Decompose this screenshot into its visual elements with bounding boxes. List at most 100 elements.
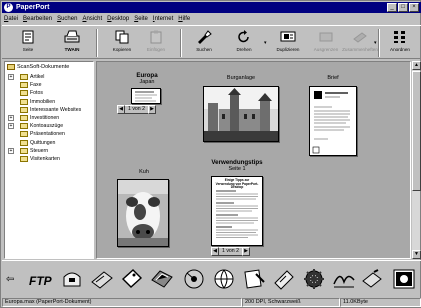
- tree-item-kontoauszuege[interactable]: + Kontoauszüge: [8, 122, 81, 130]
- paste-icon: [150, 30, 162, 44]
- scroll-left-arrow-icon[interactable]: ⇦: [6, 274, 14, 285]
- tree-item-interessante-websites[interactable]: Interessante Websites: [8, 106, 81, 114]
- menu-bearbeiten[interactable]: Bearbeiten: [23, 16, 52, 22]
- europa-stack[interactable]: Europa Japan ◀ 1 von 2 ▶: [117, 72, 177, 132]
- document-app-icon[interactable]: [272, 268, 296, 290]
- paperport-app-icon[interactable]: P: [4, 3, 13, 12]
- brief-item[interactable]: Brief: [305, 75, 361, 161]
- expand-icon[interactable]: +: [8, 123, 14, 130]
- menu-ansicht[interactable]: Ansicht: [82, 16, 102, 22]
- menu-desktop[interactable]: Desktop: [107, 16, 129, 22]
- folder-icon: [20, 115, 28, 122]
- printer-app-icon[interactable]: [90, 268, 114, 290]
- next-page-button[interactable]: ▶: [242, 247, 251, 256]
- verwendungstips-page-thumbnail[interactable]: Einige Tipps zur Verwendung von PaperPor…: [211, 176, 263, 246]
- tree-item-steuern[interactable]: + Steuern: [8, 147, 81, 155]
- gear-app-icon[interactable]: [302, 268, 326, 290]
- folder-icon: [20, 131, 28, 138]
- twain-button[interactable]: TWAIN: [52, 28, 92, 58]
- document-desktop: Europa Japan ◀ 1 von 2 ▶ Burganlage Brie…: [96, 61, 411, 259]
- status-bar: Europa.max (PaperPort-Dokument) 200 DPI,…: [2, 298, 421, 308]
- menu-seite[interactable]: Seite: [134, 16, 148, 22]
- page-icon: [22, 30, 34, 44]
- kuh-photo[interactable]: [117, 179, 169, 247]
- tree-item-label: Interessante Websites: [30, 106, 82, 113]
- folder-tree: ScanSoft-Dokumente + Artikel Faxe Fotos I…: [4, 61, 94, 259]
- seite-button[interactable]: Seite: [8, 28, 48, 58]
- tag-app-icon[interactable]: [120, 268, 144, 290]
- scroll-thumb[interactable]: [412, 71, 421, 191]
- scanner-app-icon[interactable]: [150, 268, 174, 290]
- ocr-disc-app-icon[interactable]: [182, 268, 206, 290]
- drehen-button[interactable]: Drehen: [224, 28, 264, 58]
- prev-page-button[interactable]: ◀: [117, 105, 125, 114]
- item-title: Europa: [136, 72, 158, 79]
- folder-icon: [20, 90, 28, 97]
- ftp-app-icon[interactable]: FTP: [28, 268, 52, 290]
- status-filename: Europa.max (PaperPort-Dokument): [2, 298, 242, 307]
- globe-app-icon[interactable]: [212, 268, 236, 290]
- burganlage-item[interactable]: Burganlage: [201, 75, 281, 145]
- tree-item-label: Quittungen: [30, 139, 56, 146]
- stamp-app-icon[interactable]: [360, 268, 384, 290]
- suchen-button[interactable]: Suchen: [184, 28, 224, 58]
- menu-bar: Datei Bearbeiten Suchen Ansicht Desktop …: [2, 14, 421, 24]
- signature-app-icon[interactable]: [332, 268, 356, 290]
- drehen-label: Drehen: [236, 47, 252, 52]
- expand-icon[interactable]: +: [8, 147, 14, 154]
- tips-page-navigator: ◀ 1 von 2 ▶: [211, 247, 251, 256]
- tree-item-faxe[interactable]: Faxe: [8, 81, 81, 89]
- vertical-scrollbar[interactable]: ▲ ▼: [411, 61, 421, 259]
- drehen-dropdown-arrow-icon[interactable]: ▾: [264, 40, 267, 46]
- stack-dropdown-arrow-icon[interactable]: ▾: [374, 40, 377, 46]
- brief-page-thumbnail[interactable]: [309, 86, 357, 156]
- tree-item-visitenkarten[interactable]: Visitenkarten: [8, 155, 81, 163]
- tree-item-fotos[interactable]: Fotos: [8, 89, 81, 97]
- tree-item-immobilien[interactable]: Immobilien: [8, 98, 81, 106]
- next-page-button[interactable]: ▶: [148, 105, 157, 114]
- duplizieren-button[interactable]: Duplizieren: [268, 28, 308, 58]
- tips-text-lines: [216, 190, 258, 238]
- tree-root[interactable]: ScanSoft-Dokumente: [7, 64, 69, 70]
- rotate-icon: [238, 30, 249, 43]
- europa-page-thumbnail[interactable]: [131, 88, 161, 104]
- tree-item-label: Faxe: [30, 82, 42, 89]
- maximize-button[interactable]: □: [398, 3, 408, 12]
- tree-item-quittungen[interactable]: Quittungen: [8, 139, 81, 147]
- notepad-app-icon[interactable]: [242, 268, 266, 290]
- menu-suchen[interactable]: Suchen: [57, 16, 77, 22]
- anordnen-button[interactable]: Anordnen: [380, 28, 420, 58]
- item-title: Brief: [327, 75, 339, 81]
- toolbar-separator: [180, 29, 182, 57]
- expand-icon[interactable]: +: [8, 74, 14, 80]
- verwendungstips-stack[interactable]: Verwendungstips Seite 1 Einige Tipps zur…: [197, 159, 277, 258]
- menu-hilfe[interactable]: Hilfe: [178, 16, 190, 22]
- title-bar: P PaperPort _ □ ×: [2, 2, 421, 13]
- tree-item-investitionen[interactable]: + Investitionen: [8, 114, 81, 122]
- viewer-app-icon[interactable]: [392, 268, 416, 290]
- item-title: Burganlage: [226, 75, 256, 81]
- expand-icon[interactable]: +: [8, 114, 14, 121]
- toolbar: Seite TWAIN Kopieren Einfügen Suchen Dre…: [2, 25, 421, 59]
- burganlage-photo[interactable]: [203, 86, 279, 142]
- tree-item-artikel[interactable]: + Artikel: [8, 73, 81, 81]
- folder-icon: [20, 147, 28, 154]
- suchen-label: Suchen: [196, 47, 212, 52]
- menu-internet[interactable]: Internet: [153, 16, 173, 22]
- scanner-icon: [64, 30, 80, 43]
- scroll-up-button[interactable]: ▲: [412, 61, 421, 70]
- einfuegen-button[interactable]: Einfügen: [136, 28, 176, 58]
- einfuegen-label: Einfügen: [146, 47, 166, 52]
- kuh-item[interactable]: Kuh: [115, 169, 173, 249]
- folder-icon: [20, 123, 28, 130]
- seite-label: Seite: [22, 47, 34, 52]
- close-button[interactable]: ×: [409, 3, 419, 12]
- scroll-down-button[interactable]: ▼: [412, 250, 421, 259]
- item-subtitle: Japan: [139, 79, 155, 85]
- tree-item-praesentationen[interactable]: Präsentationen: [8, 130, 81, 138]
- prev-page-button[interactable]: ◀: [211, 247, 219, 256]
- folder-list: + Artikel Faxe Fotos Immobilien Interessa…: [8, 73, 81, 163]
- menu-datei[interactable]: Datei: [4, 16, 18, 22]
- mailbox-app-icon[interactable]: [60, 268, 84, 290]
- minimize-button[interactable]: _: [387, 3, 397, 12]
